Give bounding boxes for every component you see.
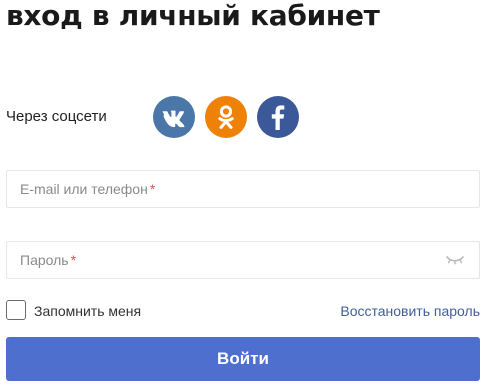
vk-icon xyxy=(153,96,195,138)
social-login-label: Через соцсети xyxy=(6,108,107,125)
password-placeholder: Пароль * xyxy=(20,252,77,268)
required-mark: * xyxy=(149,181,156,197)
login-placeholder: E-mail или телефон * xyxy=(20,181,156,197)
eye-closed-icon[interactable] xyxy=(445,253,465,272)
remember-me-checkbox[interactable] xyxy=(6,300,26,320)
page-title: вход в личный кабинет xyxy=(6,0,380,32)
password-field[interactable]: Пароль * xyxy=(6,241,480,279)
facebook-login-button[interactable] xyxy=(257,96,299,138)
login-button[interactable]: Войти xyxy=(6,337,480,381)
required-mark: * xyxy=(70,252,77,268)
restore-password-link[interactable]: Восстановить пароль xyxy=(340,302,480,320)
facebook-icon xyxy=(257,96,299,138)
login-field[interactable]: E-mail или телефон * xyxy=(6,170,480,208)
remember-me-label[interactable]: Запомнить меня xyxy=(34,302,141,320)
odnoklassniki-login-button[interactable] xyxy=(205,96,247,138)
odnoklassniki-icon xyxy=(205,96,247,138)
vk-login-button[interactable] xyxy=(153,96,195,138)
